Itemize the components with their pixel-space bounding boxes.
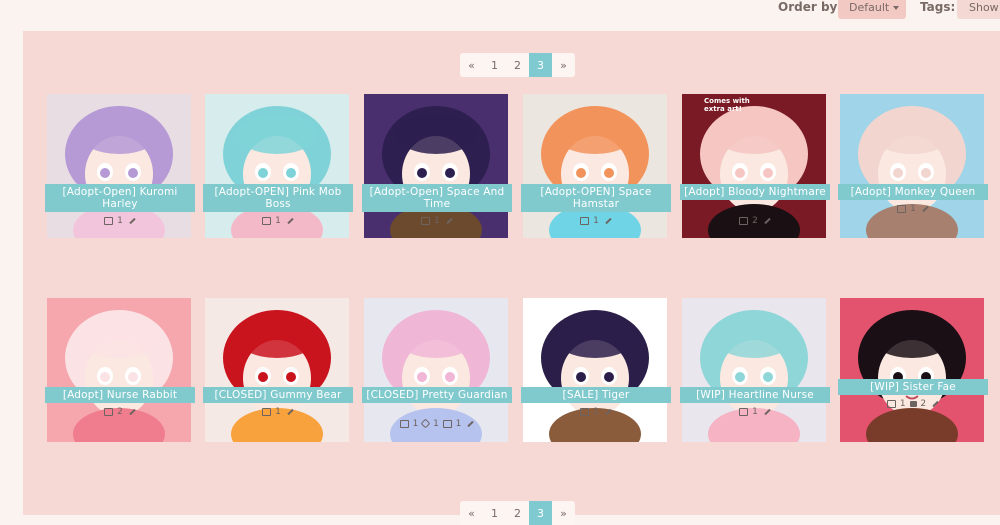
pagination-page-1[interactable]: 1 (483, 501, 506, 525)
card-title[interactable]: [Adopt-OPEN] Space Hamstar (521, 184, 671, 212)
edit-pencil-icon (605, 408, 612, 415)
chevron-down-icon (893, 6, 900, 10)
image-count: 2 (114, 407, 126, 417)
image-count-icon (887, 399, 897, 408)
pagination-prev[interactable]: « (460, 501, 483, 525)
order-by-dropdown[interactable]: Default (838, 0, 906, 19)
tags-value: Show (969, 1, 999, 14)
pagination-page-3-current[interactable]: 3 (529, 53, 552, 77)
image-count-icon (580, 216, 590, 225)
image-count-icon (399, 419, 409, 428)
card-title[interactable]: [Adopt] Bloody Nightmare (680, 184, 830, 200)
image-count: 2 (749, 216, 761, 226)
image-count-icon (262, 216, 272, 225)
tags-dropdown[interactable]: Show (957, 0, 1000, 19)
card-meta: 1 (47, 216, 193, 226)
image-count: 1 (907, 204, 919, 214)
character-thumbnail[interactable] (682, 298, 826, 442)
portrait-artwork (47, 298, 191, 442)
card-meta: 1 (523, 407, 669, 417)
card-title[interactable]: [Adopt-OPEN] Pink Mob Boss (203, 184, 353, 212)
edit-pencil-icon (446, 217, 453, 224)
image-count-icon (442, 419, 452, 428)
pagination-page-2[interactable]: 2 (506, 501, 529, 525)
card-meta: 1 (205, 216, 351, 226)
edit-pencil-icon (605, 217, 612, 224)
pagination-page-3-current[interactable]: 3 (529, 501, 552, 525)
image-count: 1 (590, 216, 602, 226)
card-meta: 1 2 (840, 399, 986, 409)
edit-pencil-icon (467, 420, 474, 427)
edit-pencil-icon (287, 217, 294, 224)
card-meta: 1 (205, 407, 351, 417)
edit-pencil-icon (764, 408, 771, 415)
order-by-label: Order by: (778, 0, 843, 14)
card-title[interactable]: [Adopt-Open] Kuromi Harley (45, 184, 195, 212)
filter-bar: Order by: Default Tags: Show (0, 0, 1000, 30)
image-count-icon (739, 216, 749, 225)
image-count-icon (580, 407, 590, 416)
gallery-panel: « 1 2 3 » [Adopt-Open] Kuromi Harley 1 [… (23, 31, 1000, 525)
image-count-icon (421, 216, 431, 225)
card-title[interactable]: [CLOSED] Gummy Bear (203, 387, 353, 403)
comment-count: 2 (917, 399, 929, 409)
pagination-next[interactable]: » (552, 53, 575, 77)
card-meta: 1 (840, 204, 986, 214)
card-title[interactable]: [SALE] Tiger (521, 387, 671, 403)
card-meta: 1 1 1 (364, 418, 510, 429)
card-meta: 1 (682, 407, 828, 417)
card-title[interactable]: [CLOSED] Pretty Guardian (362, 387, 512, 403)
thumbnail-badge-text: Comes with extra art! (704, 97, 750, 113)
portrait-artwork (682, 298, 826, 442)
edit-pencil-icon (287, 408, 294, 415)
image-count-icon (739, 407, 749, 416)
pagination-prev[interactable]: « (460, 53, 483, 77)
character-thumbnail[interactable] (840, 298, 984, 442)
portrait-artwork (840, 298, 984, 442)
card-meta: 1 (523, 216, 669, 226)
card-title[interactable]: [Adopt-Open] Space And Time (362, 184, 512, 212)
image-count: 1 (431, 216, 443, 226)
comment-icon (909, 400, 917, 407)
image-count: 1 (590, 407, 602, 417)
edit-pencil-icon (129, 408, 136, 415)
image-count: 1 (452, 419, 465, 429)
character-thumbnail[interactable] (840, 94, 984, 238)
edit-pencil-icon (764, 217, 771, 224)
character-thumbnail[interactable] (205, 298, 349, 442)
character-thumbnail[interactable] (47, 298, 191, 442)
pagination-bottom: « 1 2 3 » (460, 501, 575, 525)
card-meta: 1 (364, 216, 510, 226)
image-count: 1 (272, 407, 284, 417)
image-count: 1 (897, 399, 909, 409)
portrait-artwork (840, 94, 984, 238)
image-count-icon (897, 204, 907, 213)
card-title[interactable]: [WIP] Heartline Nurse (680, 387, 830, 403)
card-title[interactable]: [WIP] Sister Fae (838, 379, 988, 395)
character-thumbnail[interactable] (523, 298, 667, 442)
pagination-page-2[interactable]: 2 (506, 53, 529, 77)
card-meta: 2 (47, 407, 193, 417)
edit-pencil-icon (129, 217, 136, 224)
tags-label: Tags: (920, 0, 956, 14)
portrait-artwork (523, 298, 667, 442)
link-count: 1 (430, 419, 442, 429)
order-by-value: Default (849, 1, 890, 14)
pagination-page-1[interactable]: 1 (483, 53, 506, 77)
card-title[interactable]: [Adopt] Nurse Rabbit (45, 387, 195, 403)
card-title[interactable]: [Adopt] Monkey Queen (838, 184, 988, 200)
edit-pencil-icon (932, 400, 939, 407)
image-count: 1 (409, 419, 422, 429)
edit-pencil-icon (922, 205, 929, 212)
image-count: 1 (749, 407, 761, 417)
portrait-artwork (205, 298, 349, 442)
card-meta: 2 (682, 216, 828, 226)
pagination-top: « 1 2 3 » (460, 53, 575, 77)
image-count-icon (104, 216, 114, 225)
pagination-next[interactable]: » (552, 501, 575, 525)
image-count-icon (104, 407, 114, 416)
image-count: 1 (114, 216, 126, 226)
image-count: 1 (272, 216, 284, 226)
image-count-icon (262, 407, 272, 416)
